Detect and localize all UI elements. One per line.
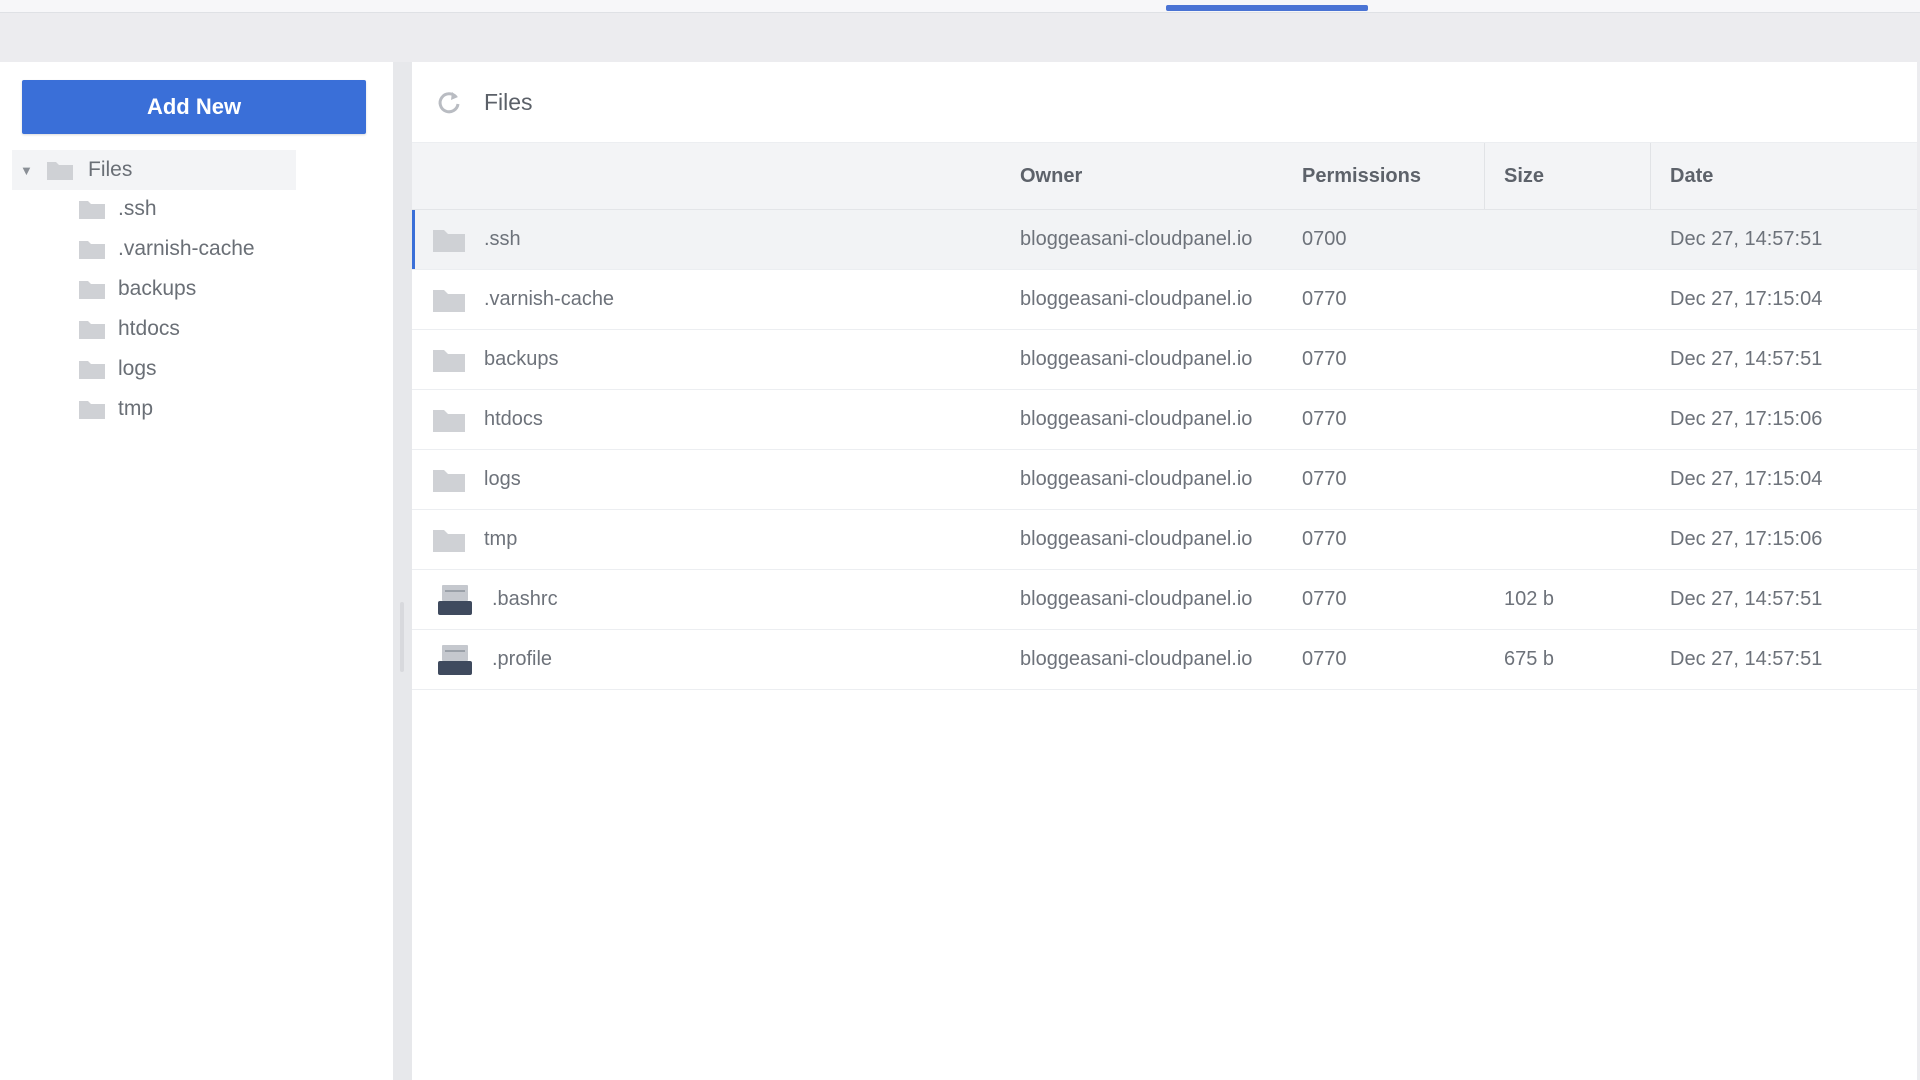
table-row[interactable]: htdocs bloggeasani-cloudpanel.io 0770 De… [412, 390, 1917, 450]
file-owner: bloggeasani-cloudpanel.io [1020, 348, 1253, 370]
panel-header: Files [412, 62, 1917, 143]
active-tab-indicator[interactable] [1166, 5, 1368, 11]
table-row[interactable]: backups bloggeasani-cloudpanel.io 0770 D… [412, 330, 1917, 390]
column-header-date[interactable]: Date [1670, 143, 1713, 209]
folder-icon [432, 270, 466, 329]
file-name: backups [484, 348, 559, 370]
folder-icon [78, 398, 118, 420]
folder-icon [432, 450, 466, 509]
tree-item-backups[interactable]: backups [78, 272, 196, 306]
file-icon [436, 630, 474, 689]
file-name: .varnish-cache [484, 288, 615, 310]
folder-icon [432, 390, 466, 449]
file-owner: bloggeasani-cloudpanel.io [1020, 228, 1253, 250]
file-name: logs [484, 468, 521, 490]
column-header-permissions[interactable]: Permissions [1302, 143, 1421, 209]
tree-item-label: .varnish-cache [118, 237, 255, 260]
file-owner: bloggeasani-cloudpanel.io [1020, 588, 1253, 610]
file-permissions: 0770 [1302, 468, 1347, 490]
column-header-size[interactable]: Size [1504, 143, 1544, 209]
tree-item-varnish-cache[interactable]: .varnish-cache [78, 232, 255, 266]
sub-bar [0, 13, 1920, 61]
folder-icon [78, 358, 118, 380]
file-permissions: 0770 [1302, 348, 1347, 370]
table-row[interactable]: tmp bloggeasani-cloudpanel.io 0770 Dec 2… [412, 510, 1917, 570]
file-owner: bloggeasani-cloudpanel.io [1020, 468, 1253, 490]
tree-item-logs[interactable]: logs [78, 352, 157, 386]
tree-item-label: .ssh [118, 197, 157, 220]
folder-icon [432, 510, 466, 569]
column-divider[interactable] [1650, 143, 1651, 209]
file-permissions: 0770 [1302, 648, 1347, 670]
tree-item-htdocs[interactable]: htdocs [78, 312, 180, 346]
folder-icon [432, 330, 466, 389]
refresh-icon[interactable] [412, 89, 484, 115]
file-owner: bloggeasani-cloudpanel.io [1020, 408, 1253, 430]
tree-root-files[interactable]: ▼ Files [12, 150, 296, 190]
panel-splitter[interactable] [393, 62, 412, 1080]
folder-icon [78, 238, 118, 260]
file-size: 102 b [1504, 588, 1555, 610]
splitter-handle[interactable] [400, 602, 404, 672]
file-date: Dec 27, 17:15:04 [1670, 468, 1823, 490]
file-date: Dec 27, 14:57:51 [1670, 228, 1823, 250]
file-permissions: 0770 [1302, 408, 1347, 430]
file-permissions: 0770 [1302, 528, 1347, 550]
folder-icon [46, 159, 88, 181]
tree-item-tmp[interactable]: tmp [78, 392, 153, 426]
table-row[interactable]: .varnish-cache bloggeasani-cloudpanel.io… [412, 270, 1917, 330]
page-title: Files [484, 88, 533, 115]
file-permissions: 0770 [1302, 288, 1347, 310]
file-name: htdocs [484, 408, 543, 430]
file-owner: bloggeasani-cloudpanel.io [1020, 288, 1253, 310]
tree-root-label: Files [88, 158, 133, 181]
table-row[interactable]: .profile bloggeasani-cloudpanel.io 0770 … [412, 630, 1917, 690]
file-name: .profile [492, 648, 553, 670]
file-name: .ssh [484, 228, 521, 250]
table-row[interactable]: logs bloggeasani-cloudpanel.io 0770 Dec … [412, 450, 1917, 510]
folder-icon [78, 318, 118, 340]
file-date: Dec 27, 14:57:51 [1670, 348, 1823, 370]
tree-item-ssh[interactable]: .ssh [78, 192, 157, 226]
folder-icon [432, 210, 466, 269]
top-bar [0, 0, 1920, 13]
table-header: Owner Permissions Size Date [412, 143, 1917, 210]
file-date: Dec 27, 17:15:06 [1670, 528, 1823, 550]
tree-item-label: logs [118, 357, 157, 380]
file-name: .bashrc [492, 588, 558, 610]
folder-icon [78, 198, 118, 220]
file-date: Dec 27, 17:15:04 [1670, 288, 1823, 310]
file-permissions: 0700 [1302, 228, 1347, 250]
file-date: Dec 27, 14:57:51 [1670, 588, 1823, 610]
file-size: 675 b [1504, 648, 1555, 670]
file-owner: bloggeasani-cloudpanel.io [1020, 648, 1253, 670]
file-name: tmp [484, 528, 518, 550]
file-list-panel: Files Owner Permissions Size Date .ssh b… [412, 62, 1917, 1080]
file-date: Dec 27, 14:57:51 [1670, 648, 1823, 670]
column-header-owner[interactable]: Owner [1020, 143, 1082, 209]
tree-item-label: htdocs [118, 317, 180, 340]
column-divider[interactable] [1484, 143, 1485, 209]
add-new-button[interactable]: Add New [22, 80, 366, 134]
tree-item-label: tmp [118, 397, 154, 420]
folder-icon [78, 278, 118, 300]
sidebar: Add New ▼ Files .ssh .varnish-cache back… [0, 62, 393, 1080]
file-date: Dec 27, 17:15:06 [1670, 408, 1823, 430]
file-owner: bloggeasani-cloudpanel.io [1020, 528, 1253, 550]
file-permissions: 0770 [1302, 588, 1347, 610]
file-icon [436, 570, 474, 629]
table-row[interactable]: .ssh bloggeasani-cloudpanel.io 0700 Dec … [412, 210, 1917, 270]
table-row[interactable]: .bashrc bloggeasani-cloudpanel.io 0770 1… [412, 570, 1917, 630]
tree-item-label: backups [118, 277, 197, 300]
chevron-down-icon[interactable]: ▼ [20, 163, 34, 178]
